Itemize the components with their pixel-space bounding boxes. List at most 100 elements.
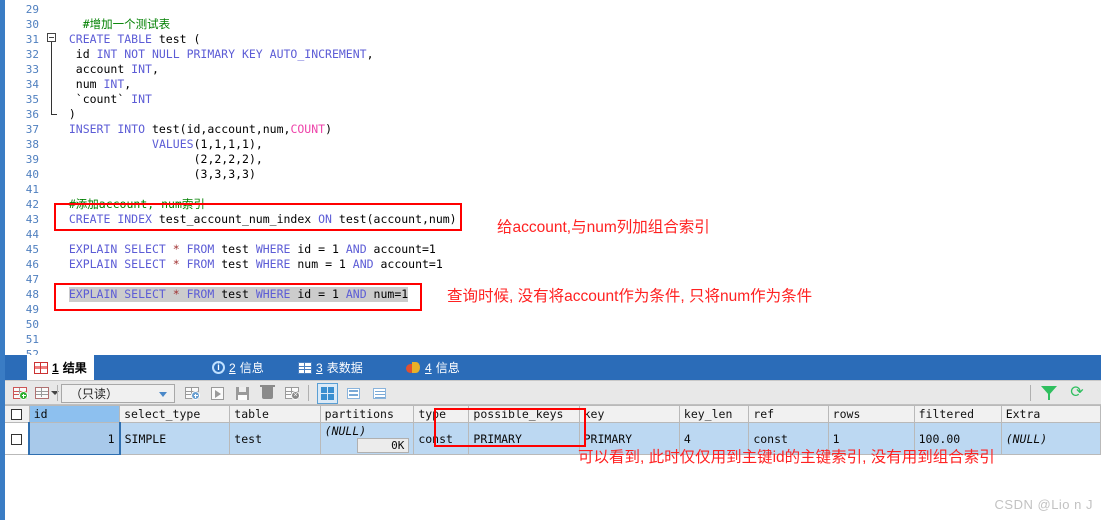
results-toolbar[interactable]: （只读） × ⟳ [5, 380, 1101, 405]
tab-label: 信息 [239, 361, 264, 375]
code-line[interactable]: (2,2,2,2), [194, 152, 263, 167]
column-header-partitions[interactable]: partitions [320, 405, 415, 423]
code-token: test(id,account,num, [151, 122, 291, 136]
line-number: 39 [25, 153, 39, 166]
code-line[interactable]: id INT NOT NULL PRIMARY KEY AUTO_INCREME… [76, 47, 374, 62]
column-header-key[interactable]: key [579, 405, 680, 423]
code-token: ON [318, 212, 339, 226]
code-line[interactable]: (3,3,3,3) [194, 167, 256, 182]
checkbox-icon[interactable] [11, 409, 23, 420]
tab-number: 1 [52, 360, 59, 375]
column-header-type[interactable]: type [413, 405, 470, 423]
delete-button[interactable] [258, 384, 277, 403]
grid-view-button[interactable] [317, 383, 338, 404]
record-options-button[interactable] [33, 384, 52, 403]
code-token: INT [103, 77, 125, 91]
cell-id[interactable]: 1 [28, 422, 121, 455]
tab-2[interactable]: i 2 信息 [205, 355, 271, 380]
save-button[interactable] [233, 384, 252, 403]
code-token: EXPLAIN SELECT [68, 287, 173, 301]
code-line[interactable]: CREATE INDEX test_account_num_index ON t… [69, 212, 457, 227]
edit-mode-select[interactable]: （只读） [61, 384, 175, 403]
column-header-key_len[interactable]: key_len [679, 405, 750, 423]
table-grid-icon [298, 361, 312, 374]
checkbox-icon[interactable] [11, 433, 23, 445]
code-line[interactable]: CREATE TABLE test ( [69, 32, 201, 47]
trash-icon [260, 385, 275, 399]
line-number: 43 [25, 213, 39, 226]
code-token: EXPLAIN SELECT [68, 257, 173, 271]
tab-1[interactable]: 1 结果 [27, 355, 94, 380]
code-line[interactable]: INSERT INTO test(id,account,num,COUNT) [69, 122, 332, 137]
code-token: id = 1 [297, 242, 346, 256]
code-token: `count` [75, 92, 132, 106]
null-value: (NULL) [324, 424, 367, 438]
code-token: CREATE INDEX [68, 212, 159, 226]
row-select-checkbox[interactable] [5, 422, 30, 455]
column-header-id[interactable]: id [29, 405, 121, 423]
code-token: id [75, 47, 97, 61]
cell-Extra[interactable]: (NULL) [1001, 422, 1101, 455]
add-record-button[interactable] [11, 384, 30, 403]
sql-editor[interactable]: 29 30 31 32 33 34 35 36 37 38 39 40 41 42 43 44 45 46 47 48… [0, 0, 1101, 361]
cell-type[interactable]: const [413, 422, 470, 455]
column-header-rows[interactable]: rows [828, 405, 915, 423]
edit-mode-value: （只读） [70, 387, 119, 401]
code-line[interactable]: `count` INT [76, 92, 152, 107]
line-number: 44 [25, 228, 39, 241]
export-icon [211, 387, 224, 400]
cell-select_type[interactable]: SIMPLE [119, 422, 231, 455]
cell-table[interactable]: test [229, 422, 321, 455]
code-fold-guide-end [51, 114, 57, 115]
code-token: (1,1,1,1), [193, 137, 263, 151]
code-line[interactable]: EXPLAIN SELECT * FROM test WHERE id = 1 … [69, 242, 436, 257]
tab-3[interactable]: 3 表数据 [291, 355, 370, 380]
line-number-gutter: 29 30 31 32 33 34 35 36 37 38 39 40 41 42 43 44 45 46 47 48… [5, 0, 45, 361]
code-token: WHERE [255, 257, 298, 271]
tab-number: 2 [229, 360, 236, 375]
column-header-select_type[interactable]: select_type [119, 405, 231, 423]
apply-changes-button[interactable] [183, 384, 202, 403]
code-line[interactable]: ) [69, 107, 76, 122]
code-token: INT [131, 62, 152, 76]
code-token: test [221, 242, 256, 256]
column-header-ref[interactable]: ref [748, 405, 829, 423]
refresh-icon[interactable]: ⟳ [1069, 385, 1085, 401]
results-tab-strip[interactable]: 1 结果 i 2 信息 3 表数据 4 信息 [5, 355, 1101, 380]
cell-possible_keys[interactable]: PRIMARY [468, 422, 580, 455]
line-number: 45 [25, 243, 39, 256]
code-token: test(account,num) [338, 212, 457, 226]
funnel-icon[interactable] [1041, 385, 1057, 401]
code-token: test [221, 287, 256, 301]
code-token: FROM [186, 242, 222, 256]
cell-partitions[interactable]: (NULL) 0K [320, 422, 415, 455]
code-fold-toggle-icon[interactable] [47, 33, 56, 42]
code-line[interactable]: #增加一个测试表 [83, 17, 170, 32]
column-header-filtered[interactable]: filtered [914, 405, 1002, 423]
code-token: test [221, 257, 256, 271]
code-line[interactable]: account INT, [76, 62, 159, 77]
code-token: test ( [158, 32, 201, 46]
line-number: 34 [25, 78, 39, 91]
tab-number: 3 [316, 360, 323, 375]
partitions-ok-button[interactable]: 0K [357, 438, 410, 453]
form-view-button[interactable] [343, 383, 364, 404]
code-line[interactable]: EXPLAIN SELECT * FROM test WHERE num = 1… [69, 257, 443, 272]
column-header-possible_keys[interactable]: possible_keys [468, 405, 580, 423]
column-header-table[interactable]: table [229, 405, 321, 423]
cancel-button[interactable]: × [283, 384, 302, 403]
line-number: 51 [25, 333, 39, 346]
code-line[interactable]: #添加account, num索引 [69, 197, 205, 212]
tab-4[interactable]: 4 信息 [399, 355, 467, 380]
column-header-Extra[interactable]: Extra [1001, 405, 1101, 423]
note-view-button[interactable] [369, 383, 390, 404]
code-line[interactable]: num INT, [76, 77, 131, 92]
line-number: 30 [25, 18, 39, 31]
code-token: , [366, 47, 374, 61]
result-grid-icon [34, 361, 48, 374]
code-token: AND [352, 257, 381, 271]
export-button[interactable] [208, 384, 227, 403]
code-line[interactable]: EXPLAIN SELECT * FROM test WHERE id = 1 … [68, 287, 409, 302]
select-all-header[interactable] [5, 405, 30, 423]
code-line[interactable]: VALUES(1,1,1,1), [152, 137, 263, 152]
